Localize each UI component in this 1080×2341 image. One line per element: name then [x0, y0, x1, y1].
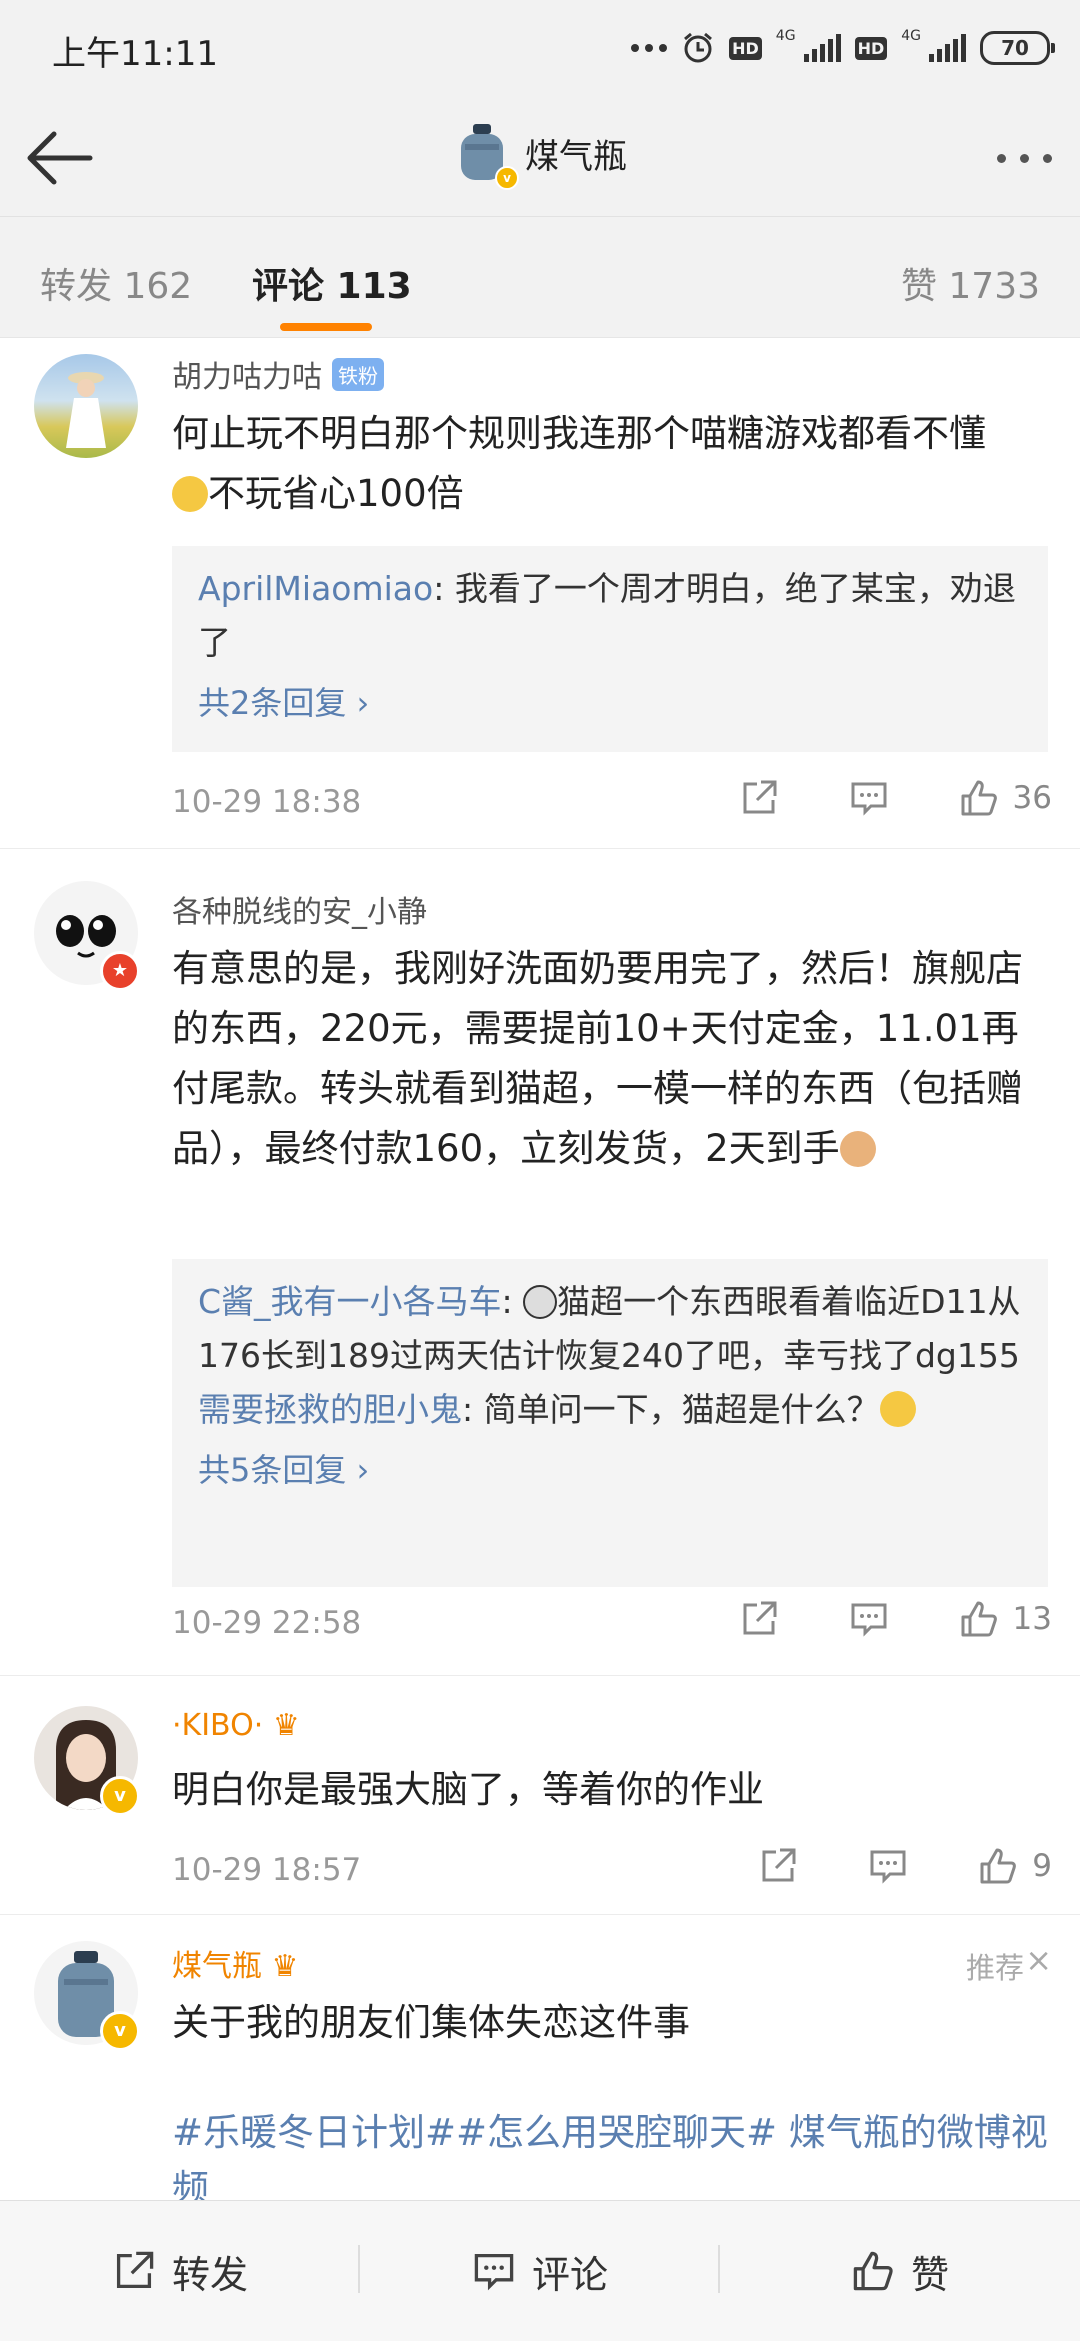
like-count: 36 [1012, 780, 1052, 816]
gas-cylinder-avatar: v [453, 122, 519, 190]
reply-box[interactable]: C酱_我有一小各马车: 猫超一个东西眼看着临近D11从176长到189过两天估计… [172, 1259, 1048, 1587]
thinking-emoji-icon [172, 476, 208, 512]
like-icon[interactable] [978, 1846, 1018, 1886]
nav-bar: v 煤气瓶 [0, 100, 1080, 217]
comment-actions: 9 [688, 1846, 1052, 1886]
comment-author[interactable]: 胡力咕力咕 铁粉 [172, 352, 384, 396]
reply-line: AprilMiaomiao: 我看了一个周才明白，绝了某宝，劝退了 [198, 569, 1016, 662]
more-status-icon [631, 44, 668, 52]
avatar[interactable] [34, 354, 138, 458]
comment-item: v ·KIBO· ♛ 明白你是最强大脑了，等着你的作业 10-29 18:57 … [0, 1676, 1080, 1915]
comment-item: ★ 各种脱线的安_小静 有意思的是，我刚好洗面奶要用完了，然后！旗舰店的东西，2… [0, 849, 1080, 1676]
repost-label: 转发 [171, 2252, 248, 2297]
reply-line: 需要拯救的胆小鬼: 简单问一下，猫超是什么？ [198, 1383, 1022, 1437]
alarm-icon [684, 32, 713, 63]
like-count: 13 [1012, 1601, 1052, 1637]
more-menu-icon[interactable] [997, 154, 1052, 163]
comment-time: 10-29 18:38 [172, 784, 362, 820]
page-title: 煤气瓶 [525, 136, 627, 177]
tab-likes[interactable]: 赞 1733 [901, 257, 1040, 309]
comment-actions: 36 [669, 778, 1052, 818]
recommend-label: 推荐 [965, 1951, 1024, 1985]
reply-author[interactable]: C酱_我有一小各马车 [198, 1282, 502, 1321]
nav-user[interactable]: v 煤气瓶 [0, 122, 1080, 190]
reply-author[interactable]: 需要拯救的胆小鬼 [198, 1390, 462, 1429]
share-icon [116, 2251, 154, 2289]
tab-bar: 转发 162 评论 113 赞 1733 [0, 217, 1080, 338]
recommended-post: v 煤气瓶 ♛ 推荐 × 关于我的朋友们集体失恋这件事 #乐暖冬日计划##怎么用… [0, 1915, 1080, 2210]
signal-icon-2 [929, 34, 966, 62]
panda-emoji-icon [523, 1285, 558, 1319]
tab-repost[interactable]: 转发 162 [40, 257, 192, 309]
hd-icon-2: HD [854, 36, 888, 60]
comment-icon [474, 2253, 514, 2291]
comment-icon[interactable] [868, 1846, 908, 1886]
tab-active-indicator [280, 323, 372, 331]
comment-author[interactable]: 煤气瓶 ♛ [172, 1941, 298, 1985]
verified-icon: v [100, 1776, 140, 1816]
hd-icon: HD [729, 36, 762, 60]
crown-icon: ♛ [271, 1949, 299, 1984]
status-icons: HD 4G HD 4G 70 [631, 28, 1055, 68]
like-button[interactable]: 赞 [720, 2201, 1080, 2341]
close-icon[interactable]: × [1025, 1941, 1052, 1979]
tab-comments[interactable]: 评论 113 [252, 257, 412, 309]
like-icon [853, 2251, 893, 2291]
comment-time: 10-29 22:58 [172, 1605, 362, 1641]
status-time: 上午11:11 [52, 34, 218, 74]
like-icon[interactable] [959, 778, 999, 818]
comment-author[interactable]: 各种脱线的安_小静 [172, 887, 427, 931]
share-icon[interactable] [758, 1846, 798, 1886]
network-label: 4G [775, 28, 796, 44]
verified-icon: v [100, 2011, 140, 2051]
reply-box[interactable]: AprilMiaomiao: 我看了一个周才明白，绝了某宝，劝退了 共2条回复 … [172, 546, 1048, 752]
more-replies-link[interactable]: 共2条回复 › [198, 676, 1022, 730]
repost-button[interactable]: 转发 [0, 2201, 360, 2341]
share-icon[interactable] [739, 778, 779, 818]
comment-label: 评论 [531, 2252, 608, 2297]
cat-emoji-icon [839, 1131, 876, 1167]
status-bar: 上午11:11 HD 4G HD 4G 70 [0, 0, 1080, 100]
signal-icon [803, 34, 841, 62]
like-label: 赞 [910, 2252, 949, 2297]
comment-icon[interactable] [849, 778, 889, 818]
network-label-2: 4G [901, 28, 921, 44]
post-text: 关于我的朋友们集体失恋这件事 [172, 2001, 690, 2044]
share-icon[interactable] [739, 1599, 779, 1639]
bottom-action-bar: 转发 评论 赞 [0, 2200, 1080, 2341]
battery-icon: 70 [980, 31, 1055, 65]
comment-text: 有意思的是，我刚好洗面奶要用完了，然后！旗舰店的东西，220元，需要提前10+天… [172, 947, 1023, 1170]
comment-item: 胡力咕力咕 铁粉 何止玩不明白那个规则我连那个喵糖游戏都看不懂 不玩省心100倍 A… [0, 338, 1080, 849]
like-count: 9 [1032, 1848, 1052, 1884]
more-replies-link[interactable]: 共5条回复 › [198, 1443, 1022, 1497]
comment-text: 明白你是最强大脑了，等着你的作业 [172, 1768, 764, 1811]
crown-icon: ♛ [272, 1708, 300, 1743]
comment-actions: 13 [669, 1599, 1052, 1639]
reply-author[interactable]: AprilMiaomiao [198, 569, 433, 608]
comment-button[interactable]: 评论 [360, 2201, 720, 2341]
verified-icon: v [495, 166, 519, 190]
comment-author[interactable]: ·KIBO· ♛ [172, 1708, 300, 1743]
like-icon[interactable] [959, 1599, 999, 1639]
red-star-badge-icon: ★ [100, 951, 140, 991]
reply-line: C酱_我有一小各马车: 猫超一个东西眼看着临近D11从176长到189过两天估计… [198, 1282, 1021, 1375]
fan-badge: 铁粉 [332, 358, 384, 391]
comment-icon[interactable] [849, 1599, 889, 1639]
comment-time: 10-29 18:57 [172, 1852, 362, 1888]
laughing-emoji-icon [879, 1391, 916, 1427]
comment-text: 何止玩不明白那个规则我连那个喵糖游戏都看不懂 不玩省心100倍 [172, 412, 986, 515]
